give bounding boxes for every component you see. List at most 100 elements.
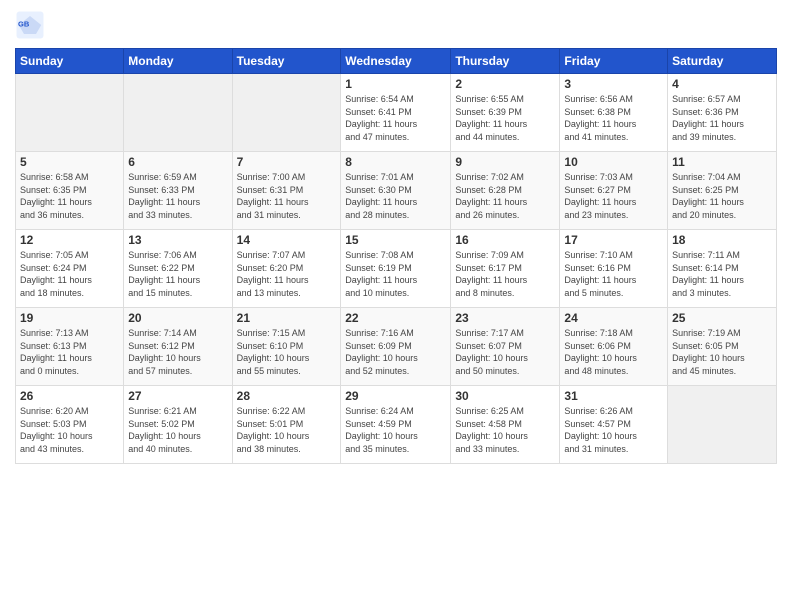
day-info: Sunrise: 6:59 AM Sunset: 6:33 PM Dayligh…: [128, 171, 227, 221]
day-info: Sunrise: 6:56 AM Sunset: 6:38 PM Dayligh…: [564, 93, 663, 143]
calendar-week-5: 26 Sunrise: 6:20 AM Sunset: 5:03 PM Dayli…: [16, 386, 777, 464]
calendar-cell: 23 Sunrise: 7:17 AM Sunset: 6:07 PM Dayli…: [451, 308, 560, 386]
day-header-wednesday: Wednesday: [341, 49, 451, 74]
day-number: 23: [455, 311, 555, 325]
day-info: Sunrise: 7:13 AM Sunset: 6:13 PM Dayligh…: [20, 327, 119, 377]
day-info: Sunrise: 6:58 AM Sunset: 6:35 PM Dayligh…: [20, 171, 119, 221]
calendar-cell: 31Sunrise: 6:26 AM Sunset: 4:57 PM Dayli…: [560, 386, 668, 464]
calendar-cell: [232, 74, 341, 152]
header: GB: [15, 10, 777, 40]
day-info: Sunrise: 7:00 AM Sunset: 6:31 PM Dayligh…: [237, 171, 337, 221]
day-header-saturday: Saturday: [668, 49, 777, 74]
day-info: Sunrise: 7:19 AM Sunset: 6:05 PM Dayligh…: [672, 327, 772, 377]
day-info: Sunrise: 7:09 AM Sunset: 6:17 PM Dayligh…: [455, 249, 555, 299]
calendar-cell: 24 Sunrise: 7:18 AM Sunset: 6:06 PM Dayli…: [560, 308, 668, 386]
day-info: Sunrise: 6:25 AM Sunset: 4:58 PM Dayligh…: [455, 405, 555, 455]
day-number: 21: [237, 311, 337, 325]
day-info: Sunrise: 6:54 AM Sunset: 6:41 PM Dayligh…: [345, 93, 446, 143]
calendar-cell: 11 Sunrise: 7:04 AM Sunset: 6:25 PM Dayli…: [668, 152, 777, 230]
calendar-cell: 15 Sunrise: 7:08 AM Sunset: 6:19 PM Dayli…: [341, 230, 451, 308]
day-number: 15: [345, 233, 446, 247]
day-info: Sunrise: 6:24 AM Sunset: 4:59 PM Dayligh…: [345, 405, 446, 455]
calendar-cell: 7 Sunrise: 7:00 AM Sunset: 6:31 PM Daylig…: [232, 152, 341, 230]
day-info: Sunrise: 6:20 AM Sunset: 5:03 PM Dayligh…: [20, 405, 119, 455]
calendar-week-2: 5 Sunrise: 6:58 AM Sunset: 6:35 PM Daylig…: [16, 152, 777, 230]
day-number: 11: [672, 155, 772, 169]
day-number: 18: [672, 233, 772, 247]
calendar-cell: 18 Sunrise: 7:11 AM Sunset: 6:14 PM Dayli…: [668, 230, 777, 308]
logo: GB: [15, 10, 49, 40]
day-info: Sunrise: 6:57 AM Sunset: 6:36 PM Dayligh…: [672, 93, 772, 143]
day-number: 31: [564, 389, 663, 403]
day-number: 26: [20, 389, 119, 403]
day-info: Sunrise: 7:05 AM Sunset: 6:24 PM Dayligh…: [20, 249, 119, 299]
page: GB SundayMondayTuesdayWednesdayThursdayF…: [0, 0, 792, 612]
day-number: 5: [20, 155, 119, 169]
calendar-cell: 2Sunrise: 6:55 AM Sunset: 6:39 PM Daylig…: [451, 74, 560, 152]
calendar-cell: 12Sunrise: 7:05 AM Sunset: 6:24 PM Dayli…: [16, 230, 124, 308]
day-number: 2: [455, 77, 555, 91]
day-info: Sunrise: 7:16 AM Sunset: 6:09 PM Dayligh…: [345, 327, 446, 377]
day-info: Sunrise: 6:22 AM Sunset: 5:01 PM Dayligh…: [237, 405, 337, 455]
calendar-cell: 9Sunrise: 7:02 AM Sunset: 6:28 PM Daylig…: [451, 152, 560, 230]
calendar-cell: [668, 386, 777, 464]
calendar-cell: 27 Sunrise: 6:21 AM Sunset: 5:02 PM Dayli…: [124, 386, 232, 464]
day-info: Sunrise: 7:11 AM Sunset: 6:14 PM Dayligh…: [672, 249, 772, 299]
day-number: 3: [564, 77, 663, 91]
day-header-monday: Monday: [124, 49, 232, 74]
day-number: 4: [672, 77, 772, 91]
calendar-cell: 13 Sunrise: 7:06 AM Sunset: 6:22 PM Dayli…: [124, 230, 232, 308]
day-info: Sunrise: 7:06 AM Sunset: 6:22 PM Dayligh…: [128, 249, 227, 299]
day-number: 30: [455, 389, 555, 403]
calendar-cell: 10Sunrise: 7:03 AM Sunset: 6:27 PM Dayli…: [560, 152, 668, 230]
calendar-cell: 16 Sunrise: 7:09 AM Sunset: 6:17 PM Dayli…: [451, 230, 560, 308]
day-info: Sunrise: 7:10 AM Sunset: 6:16 PM Dayligh…: [564, 249, 663, 299]
calendar-week-3: 12Sunrise: 7:05 AM Sunset: 6:24 PM Dayli…: [16, 230, 777, 308]
day-number: 10: [564, 155, 663, 169]
day-number: 7: [237, 155, 337, 169]
day-number: 17: [564, 233, 663, 247]
calendar-week-1: 1 Sunrise: 6:54 AM Sunset: 6:41 PM Daylig…: [16, 74, 777, 152]
calendar-cell: 17 Sunrise: 7:10 AM Sunset: 6:16 PM Dayli…: [560, 230, 668, 308]
calendar-cell: 19 Sunrise: 7:13 AM Sunset: 6:13 PM Dayli…: [16, 308, 124, 386]
calendar-cell: 22 Sunrise: 7:16 AM Sunset: 6:09 PM Dayli…: [341, 308, 451, 386]
day-number: 19: [20, 311, 119, 325]
calendar-cell: 29 Sunrise: 6:24 AM Sunset: 4:59 PM Dayli…: [341, 386, 451, 464]
calendar-cell: 6 Sunrise: 6:59 AM Sunset: 6:33 PM Daylig…: [124, 152, 232, 230]
day-number: 27: [128, 389, 227, 403]
day-header-sunday: Sunday: [16, 49, 124, 74]
calendar-header-row: SundayMondayTuesdayWednesdayThursdayFrid…: [16, 49, 777, 74]
day-info: Sunrise: 7:08 AM Sunset: 6:19 PM Dayligh…: [345, 249, 446, 299]
calendar-cell: 5 Sunrise: 6:58 AM Sunset: 6:35 PM Daylig…: [16, 152, 124, 230]
calendar-cell: [124, 74, 232, 152]
calendar-cell: 28 Sunrise: 6:22 AM Sunset: 5:01 PM Dayli…: [232, 386, 341, 464]
calendar-cell: 20Sunrise: 7:14 AM Sunset: 6:12 PM Dayli…: [124, 308, 232, 386]
day-number: 16: [455, 233, 555, 247]
day-info: Sunrise: 6:21 AM Sunset: 5:02 PM Dayligh…: [128, 405, 227, 455]
day-info: Sunrise: 7:17 AM Sunset: 6:07 PM Dayligh…: [455, 327, 555, 377]
logo-icon: GB: [15, 10, 45, 40]
calendar-cell: 21Sunrise: 7:15 AM Sunset: 6:10 PM Dayli…: [232, 308, 341, 386]
calendar-cell: 26 Sunrise: 6:20 AM Sunset: 5:03 PM Dayli…: [16, 386, 124, 464]
calendar-week-4: 19 Sunrise: 7:13 AM Sunset: 6:13 PM Dayli…: [16, 308, 777, 386]
day-info: Sunrise: 7:18 AM Sunset: 6:06 PM Dayligh…: [564, 327, 663, 377]
calendar-cell: 25 Sunrise: 7:19 AM Sunset: 6:05 PM Dayli…: [668, 308, 777, 386]
day-number: 1: [345, 77, 446, 91]
day-number: 6: [128, 155, 227, 169]
day-number: 8: [345, 155, 446, 169]
calendar-cell: [16, 74, 124, 152]
day-info: Sunrise: 7:07 AM Sunset: 6:20 PM Dayligh…: [237, 249, 337, 299]
day-number: 20: [128, 311, 227, 325]
day-number: 25: [672, 311, 772, 325]
calendar-cell: 1 Sunrise: 6:54 AM Sunset: 6:41 PM Daylig…: [341, 74, 451, 152]
calendar-table: SundayMondayTuesdayWednesdayThursdayFrid…: [15, 48, 777, 464]
day-number: 29: [345, 389, 446, 403]
day-info: Sunrise: 7:04 AM Sunset: 6:25 PM Dayligh…: [672, 171, 772, 221]
day-number: 13: [128, 233, 227, 247]
day-header-friday: Friday: [560, 49, 668, 74]
day-number: 24: [564, 311, 663, 325]
day-number: 28: [237, 389, 337, 403]
calendar-cell: 4 Sunrise: 6:57 AM Sunset: 6:36 PM Daylig…: [668, 74, 777, 152]
day-info: Sunrise: 7:02 AM Sunset: 6:28 PM Dayligh…: [455, 171, 555, 221]
day-number: 22: [345, 311, 446, 325]
